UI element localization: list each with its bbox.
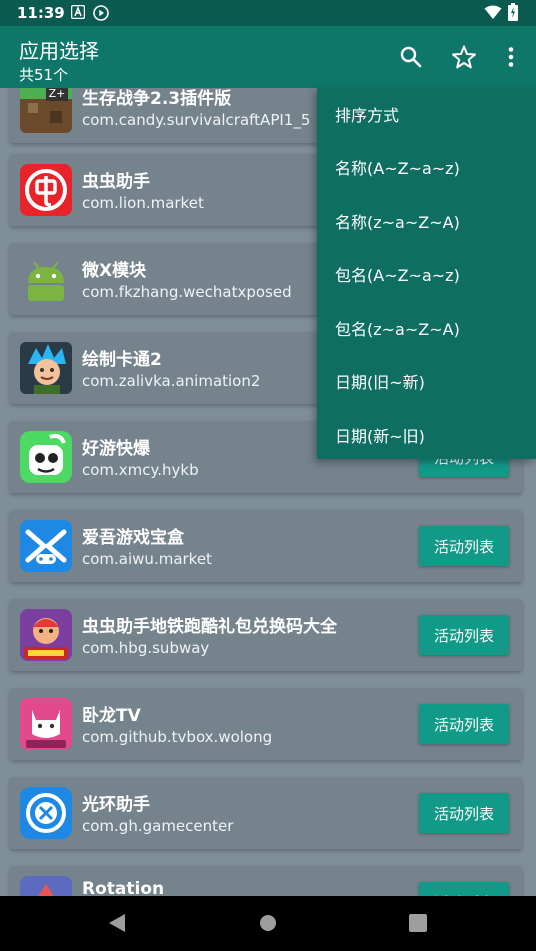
status-bar: 11:39 (0, 0, 536, 26)
app-name: 生存战争2.3插件版 (82, 89, 232, 109)
app-package: com.hbg.subway (82, 639, 210, 657)
app-package: com.gh.gamecenter (82, 817, 234, 835)
app-name: 光环助手 (82, 795, 150, 815)
app-name: 虫虫助手 (82, 172, 150, 192)
status-time: 11:39 (17, 4, 65, 22)
search-icon[interactable] (398, 44, 424, 70)
app-icon-aiwu (20, 520, 72, 572)
home-icon[interactable] (259, 914, 277, 936)
activity-list-button[interactable]: 活动列表 (419, 615, 509, 655)
system-nav-bar (0, 896, 536, 951)
android-icon (20, 253, 72, 305)
page-title: 应用选择 (19, 39, 99, 63)
app-icon-rotation (20, 876, 72, 896)
sort-menu-header: 排序方式 (335, 106, 400, 125)
more-vert-icon[interactable] (498, 44, 524, 70)
battery-icon (508, 3, 518, 25)
sort-date-new-old[interactable]: 日期(新~旧) (335, 423, 425, 447)
list-item[interactable]: 卧龙TV com.github.tvbox.wolong 活动列表 (10, 688, 522, 760)
app-package: com.candy.survivalcraftAPI1_5 (82, 111, 311, 129)
activity-list-button[interactable]: 活动列表 (419, 882, 509, 896)
play-circle-icon (93, 5, 109, 25)
sort-package-asc[interactable]: 包名(A~Z~a~z) (335, 262, 460, 286)
list-item[interactable]: 爱吾游戏宝盒 com.aiwu.market 活动列表 (10, 510, 522, 582)
app-icon-survivalcraft: Z+ (20, 88, 72, 133)
recents-icon[interactable] (409, 914, 427, 936)
star-icon[interactable] (451, 44, 477, 70)
app-count: 共51个 (19, 66, 69, 84)
app-name: 卧龙TV (82, 706, 141, 726)
sort-name-desc[interactable]: 名称(z~a~Z~A) (335, 209, 460, 233)
sort-date-old-new[interactable]: 日期(旧~新) (335, 369, 425, 393)
app-icon-guanghuan (20, 787, 72, 839)
back-icon[interactable] (107, 912, 127, 938)
app-package: com.zalivka.animation2 (82, 372, 261, 390)
list-item[interactable]: Rotation 活动列表 (10, 866, 522, 896)
app-name: 微X模块 (82, 261, 147, 281)
app-name: 爱吾游戏宝盒 (82, 528, 184, 548)
svg-text:Z+: Z+ (49, 88, 66, 100)
app-icon-chongchong (20, 164, 72, 216)
app-package: com.fkzhang.wechatxposed (82, 283, 292, 301)
app-package: com.lion.market (82, 194, 204, 212)
app-icon-subway (20, 609, 72, 661)
app-icon-wolong-tv (20, 698, 72, 750)
app-name: Rotation (82, 879, 165, 896)
sort-package-desc[interactable]: 包名(z~a~Z~A) (335, 316, 460, 340)
sort-menu: 排序方式 名称(A~Z~a~z) 名称(z~a~Z~A) 包名(A~Z~a~z)… (317, 88, 536, 459)
app-bar: 应用选择 共51个 (0, 26, 536, 88)
activity-list-button[interactable]: 活动列表 (419, 704, 509, 744)
activity-list-button[interactable]: 活动列表 (419, 793, 509, 833)
app-name: 好游快爆 (82, 439, 150, 459)
wifi-icon (484, 5, 502, 24)
app-icon-haoyou (20, 431, 72, 483)
app-name: 绘制卡通2 (82, 350, 162, 370)
app-icon-draw-cartoons (20, 342, 72, 394)
keyboard-a-icon (70, 4, 86, 23)
list-item[interactable]: 虫虫助手地铁跑酷礼包兑换码大全 com.hbg.subway 活动列表 (10, 599, 522, 671)
app-package: com.xmcy.hykb (82, 461, 199, 479)
activity-list-button[interactable]: 活动列表 (419, 526, 509, 566)
sort-name-asc[interactable]: 名称(A~Z~a~z) (335, 155, 460, 179)
app-package: com.github.tvbox.wolong (82, 728, 273, 746)
list-item[interactable]: 光环助手 com.gh.gamecenter 活动列表 (10, 777, 522, 849)
app-package: com.aiwu.market (82, 550, 212, 568)
app-name: 虫虫助手地铁跑酷礼包兑换码大全 (82, 617, 337, 637)
